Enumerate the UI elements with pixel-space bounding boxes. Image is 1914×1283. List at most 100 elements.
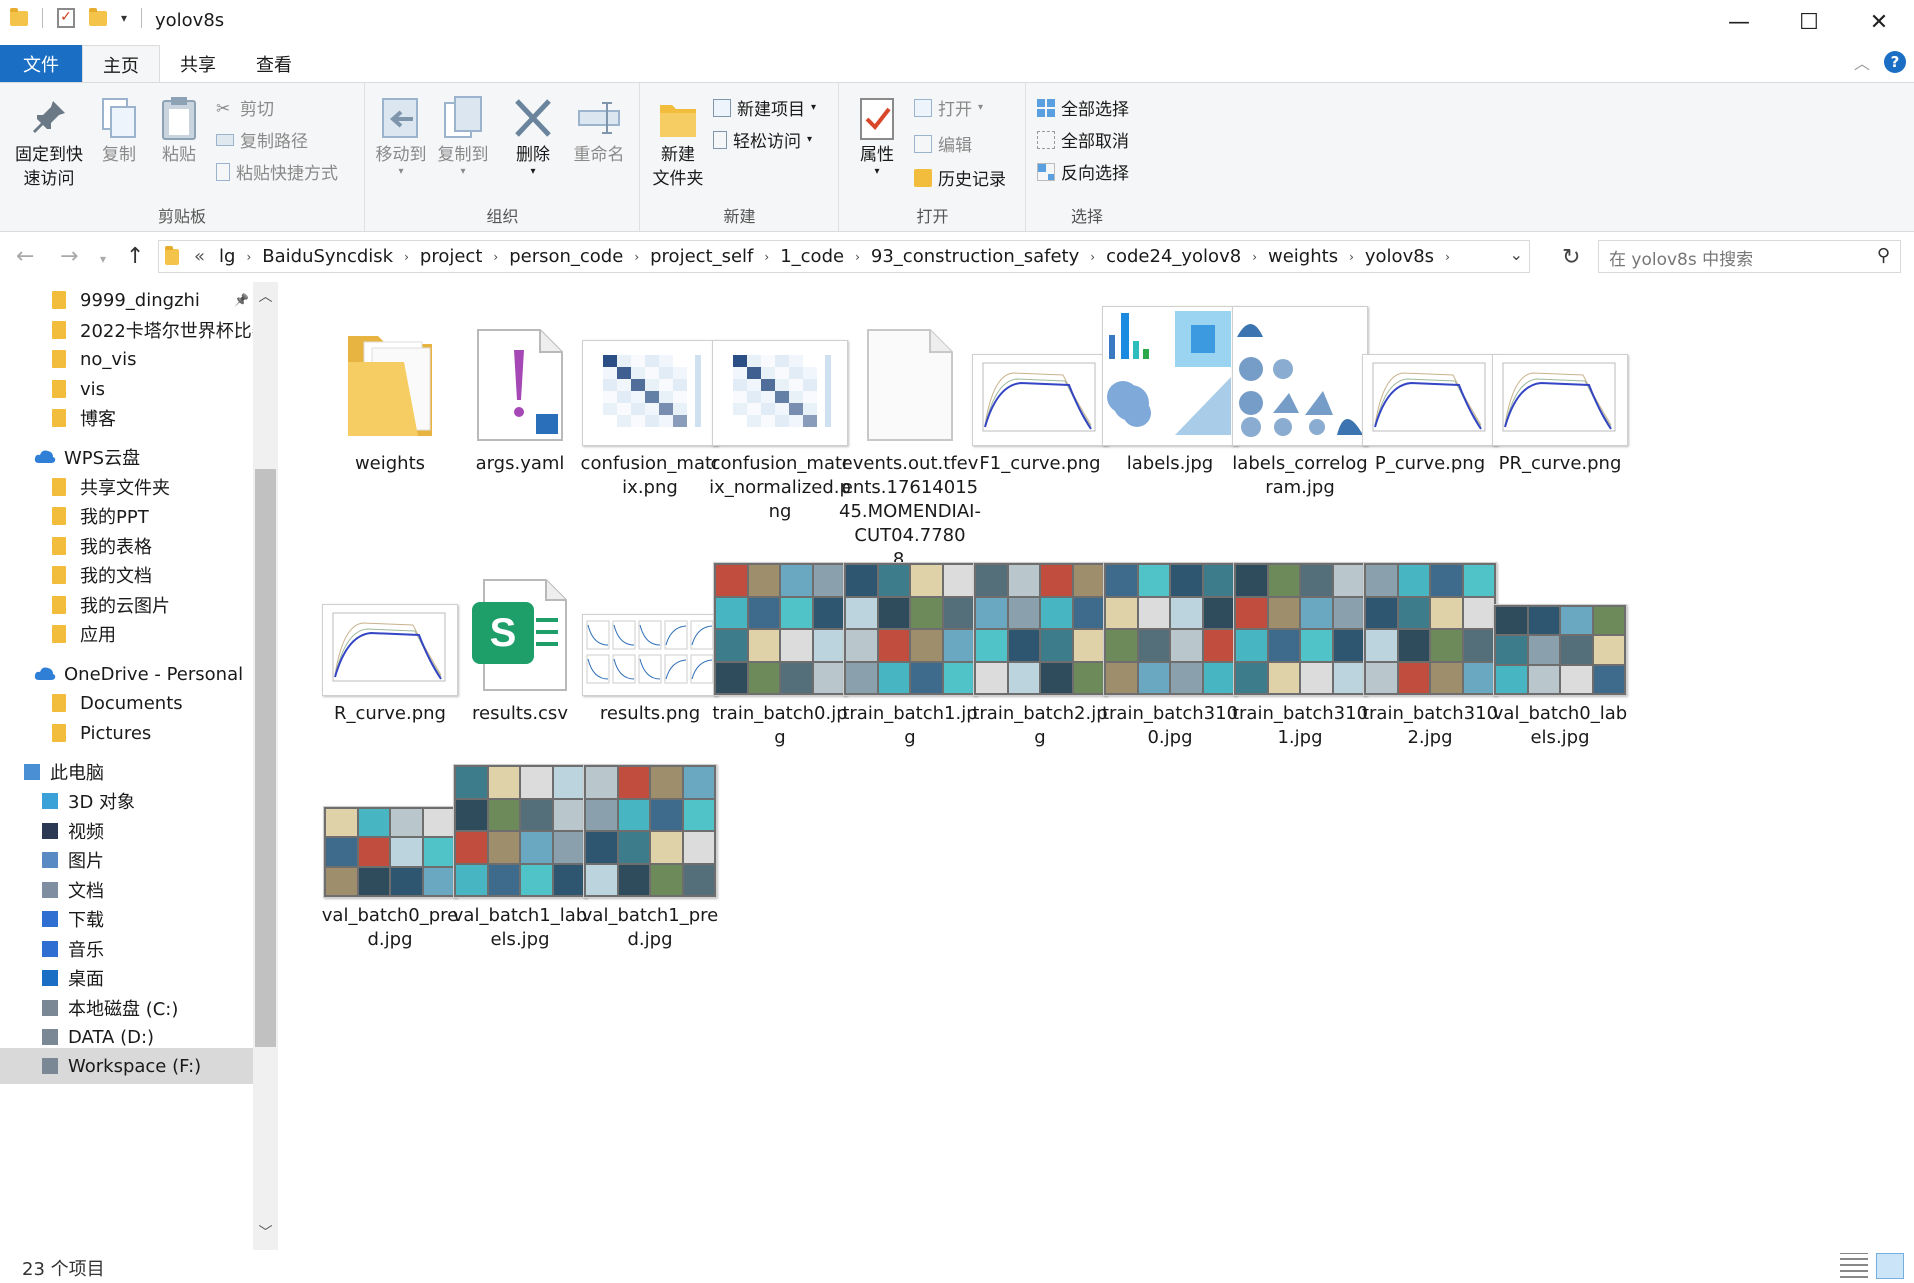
- breadcrumb-chevron-icon[interactable]: ›: [489, 250, 502, 264]
- file-item[interactable]: train_batch3101.jpg: [1225, 546, 1375, 750]
- file-item[interactable]: F1_curve.png: [965, 296, 1115, 476]
- thumbnail-tile: [618, 767, 649, 798]
- select-all-button[interactable]: 全部选择: [1037, 95, 1129, 120]
- file-item[interactable]: results.png: [575, 546, 725, 726]
- file-item[interactable]: labels_correlogram.jpg: [1225, 296, 1375, 500]
- search-input[interactable]: 在 yolov8s 中搜索 ⚲: [1598, 240, 1901, 273]
- maximize-button[interactable]: ☐: [1774, 0, 1844, 45]
- breadcrumb-lg[interactable]: lg: [212, 246, 242, 267]
- nav-item[interactable]: Workspace (F:): [0, 1048, 253, 1084]
- nav-item[interactable]: Pictures: [0, 715, 253, 751]
- file-item[interactable]: Sresults.csv: [445, 546, 595, 726]
- breadcrumb-project[interactable]: project: [413, 246, 489, 267]
- new-folder-button[interactable]: 新建 文件夹: [649, 91, 707, 191]
- cut-button[interactable]: ✂ 剪切: [216, 95, 274, 121]
- recent-locations-chevron-icon[interactable]: ▾: [100, 252, 106, 266]
- scrollbar-thumb[interactable]: [255, 469, 276, 1047]
- breadcrumb-chevron-icon[interactable]: ›: [1248, 250, 1261, 264]
- breadcrumb-person-code[interactable]: person_code: [502, 246, 630, 267]
- address-bar[interactable]: « lg › BaiduSyncdisk › project › person_cod…: [158, 240, 1530, 273]
- thumbnail-tile: [911, 662, 942, 693]
- properties-icon[interactable]: ✓: [57, 8, 75, 28]
- dropdown-chevron-icon: ▾: [530, 166, 536, 177]
- breadcrumb-chevron-icon[interactable]: ›: [242, 250, 255, 264]
- breadcrumb-baidusyncdisk[interactable]: BaiduSyncdisk: [255, 246, 400, 267]
- refresh-icon[interactable]: ↻: [1562, 245, 1580, 270]
- breadcrumb-chevron-icon[interactable]: ›: [851, 250, 864, 264]
- thumbnail-tile: [1008, 630, 1039, 661]
- breadcrumb-chevron-icon[interactable]: ›: [760, 250, 773, 264]
- rename-button[interactable]: 重命名: [566, 91, 632, 167]
- breadcrumb-chevron-icon[interactable]: ›: [1345, 250, 1358, 264]
- history-button[interactable]: 历史记录: [914, 165, 1006, 190]
- invert-selection-button[interactable]: 反向选择: [1037, 159, 1129, 184]
- breadcrumb-chevron-icon[interactable]: ›: [1441, 250, 1454, 264]
- folder-item[interactable]: weights: [315, 296, 465, 476]
- properties-button[interactable]: 属性 ▾: [850, 91, 904, 177]
- tab-view[interactable]: 查看: [236, 45, 312, 83]
- open-button[interactable]: 打开 ▾: [914, 95, 983, 120]
- details-view-icon[interactable]: [1840, 1253, 1868, 1279]
- file-item[interactable]: args.yaml: [445, 296, 595, 476]
- back-arrow-icon[interactable]: ←: [16, 244, 34, 269]
- file-item[interactable]: train_batch3102.jpg: [1355, 546, 1505, 750]
- new-item-button[interactable]: 新建项目 ▾: [713, 95, 816, 120]
- file-item[interactable]: val_batch0_labels.jpg: [1485, 546, 1635, 750]
- customize-toolbar-chevron-icon[interactable]: ▾: [121, 11, 127, 25]
- minimize-button[interactable]: —: [1704, 0, 1774, 45]
- breadcrumb-weights[interactable]: weights: [1261, 246, 1345, 267]
- copy-button[interactable]: 复制: [92, 91, 146, 167]
- nav-item[interactable]: 应用: [0, 616, 253, 652]
- thumbnail-tile: [1236, 662, 1267, 693]
- breadcrumb-overflow[interactable]: «: [187, 246, 212, 267]
- nav-item[interactable]: 博客: [0, 400, 253, 436]
- nav-scrollbar[interactable]: ︿ ﹀: [253, 282, 278, 1250]
- file-item[interactable]: train_batch1.jpg: [835, 546, 985, 750]
- copy-to-button[interactable]: 复制到 ▾: [434, 91, 492, 177]
- scroll-down-chevron-icon[interactable]: ﹀: [253, 1222, 278, 1242]
- file-item[interactable]: train_batch3100.jpg: [1095, 546, 1245, 750]
- file-item[interactable]: train_batch0.jpg: [705, 546, 855, 750]
- breadcrumb-code24-yolov8[interactable]: code24_yolov8: [1099, 246, 1248, 267]
- file-item[interactable]: confusion_matrix_normalized.png: [705, 296, 855, 524]
- address-history-chevron-icon[interactable]: ⌄: [1510, 245, 1523, 264]
- up-arrow-icon[interactable]: ↑: [126, 244, 144, 269]
- breadcrumb-chevron-icon[interactable]: ›: [1086, 250, 1099, 264]
- copy-path-button[interactable]: 复制路径: [216, 127, 308, 152]
- paste-shortcut-button[interactable]: 粘贴快捷方式: [216, 159, 338, 184]
- breadcrumb-1-code[interactable]: 1_code: [773, 246, 851, 267]
- thumbnail-tile: [683, 767, 714, 798]
- breadcrumb-construction-safety[interactable]: 93_construction_safety: [864, 246, 1086, 267]
- breadcrumb-project-self[interactable]: project_self: [643, 246, 760, 267]
- delete-button[interactable]: 删除 ▾: [506, 91, 560, 177]
- move-to-button[interactable]: 移动到 ▾: [372, 91, 430, 177]
- file-item[interactable]: val_batch1_pred.jpg: [575, 748, 725, 952]
- file-item[interactable]: val_batch1_labels.jpg: [445, 748, 595, 952]
- breadcrumb-chevron-icon[interactable]: ›: [630, 250, 643, 264]
- file-item[interactable]: P_curve.png: [1355, 296, 1505, 476]
- tab-share[interactable]: 共享: [160, 45, 236, 83]
- select-none-button[interactable]: 全部取消: [1037, 127, 1129, 152]
- close-button[interactable]: ✕: [1844, 0, 1914, 45]
- large-icons-view-icon[interactable]: [1876, 1253, 1904, 1279]
- breadcrumb-yolov8s[interactable]: yolov8s: [1358, 246, 1441, 267]
- file-item[interactable]: train_batch2.jpg: [965, 546, 1115, 750]
- edit-button[interactable]: 编辑: [914, 131, 972, 156]
- file-item[interactable]: PR_curve.png: [1485, 296, 1635, 476]
- forward-arrow-icon[interactable]: →: [60, 244, 78, 269]
- breadcrumb-chevron-icon[interactable]: ›: [400, 250, 413, 264]
- file-item[interactable]: labels.jpg: [1095, 296, 1245, 476]
- tab-home[interactable]: 主页: [82, 45, 160, 83]
- easy-access-button[interactable]: 轻松访问 ▾: [713, 127, 812, 152]
- file-item[interactable]: confusion_matrix.png: [575, 296, 725, 500]
- file-item[interactable]: R_curve.png: [315, 546, 465, 726]
- paste-button[interactable]: 粘贴: [152, 91, 206, 167]
- help-icon[interactable]: ?: [1884, 51, 1906, 73]
- new-folder-icon[interactable]: [89, 7, 107, 26]
- pin-quick-access-button[interactable]: 固定到快 速访问: [8, 91, 90, 191]
- file-item[interactable]: val_batch0_pred.jpg: [315, 748, 465, 952]
- file-item[interactable]: events.out.tfevents.1761401545.MOMENDIAI…: [835, 296, 985, 572]
- collapse-ribbon-chevron-icon[interactable]: ︿: [1854, 50, 1870, 74]
- scroll-up-chevron-icon[interactable]: ︿: [253, 286, 278, 306]
- tab-file[interactable]: 文件: [0, 45, 82, 83]
